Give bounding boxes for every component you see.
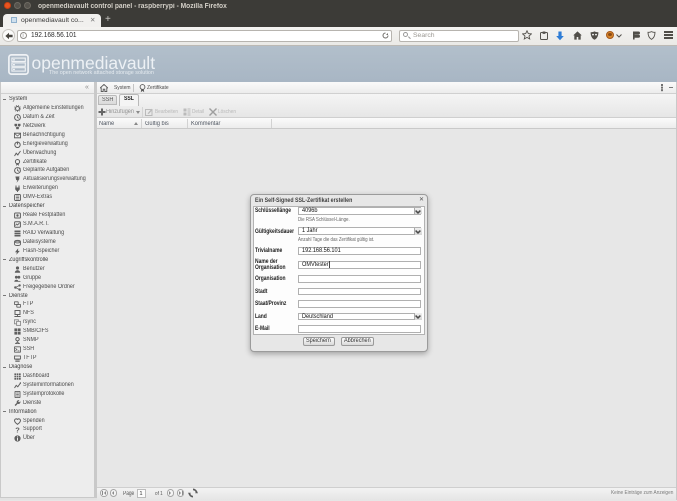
svg-text:?: ? — [15, 426, 20, 433]
